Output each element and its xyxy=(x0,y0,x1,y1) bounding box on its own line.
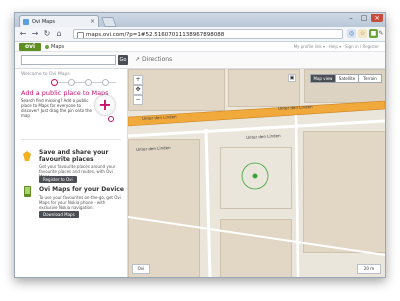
scale-indicator: 20 m xyxy=(357,264,381,274)
map-view-button[interactable]: Map view xyxy=(310,74,336,83)
mobile-title: Ovi Maps for your Device xyxy=(39,186,124,193)
maps-icon xyxy=(45,44,49,49)
addon-icon[interactable]: ■ xyxy=(369,29,378,38)
tab-title: Ovi Maps xyxy=(32,19,56,25)
satellite-button[interactable]: Satellite xyxy=(335,74,359,83)
url-text: maps.ovi.com/?p=1#52.5160701113896789808… xyxy=(86,32,225,38)
phone-icon xyxy=(24,186,31,197)
terrain-button[interactable]: Terrain xyxy=(358,74,382,83)
mobile-text: To use your favourites on-the-go, get Ov… xyxy=(39,195,121,210)
address-bar[interactable]: maps.ovi.com/?p=1#52.5160701113896789808… xyxy=(73,29,343,39)
zoom-in-button[interactable]: + xyxy=(133,75,143,85)
favicon-icon xyxy=(23,19,29,25)
step-4 xyxy=(102,79,109,86)
register-button[interactable]: Register to Ovi xyxy=(39,176,77,183)
progress-steps xyxy=(51,79,121,87)
extension-icon[interactable]: ◎ xyxy=(347,29,356,38)
add-place-text: Search find missing? Add a public place … xyxy=(21,98,92,118)
home-icon[interactable]: ⌂ xyxy=(54,29,64,39)
add-place-button[interactable]: + xyxy=(95,95,115,115)
directions-link[interactable]: ↗ Directions xyxy=(135,55,172,65)
reload-icon[interactable]: ↻ xyxy=(42,29,52,39)
search-input[interactable] xyxy=(21,55,116,65)
step-3 xyxy=(85,79,92,86)
favourites-icon xyxy=(23,151,31,161)
star-icon[interactable]: ☆ xyxy=(358,29,367,38)
site-header: ovi Maps My profile link ▾ · Help ▾ · Si… xyxy=(15,42,385,52)
welcome-text: Welcome to Ovi Maps xyxy=(21,72,70,77)
download-button[interactable]: Download Maps xyxy=(39,211,79,218)
minimize-icon[interactable]: – xyxy=(345,14,357,22)
zoom-out-button[interactable]: − xyxy=(133,95,143,105)
side-panel: Welcome to Ovi Maps Add a public place t… xyxy=(15,69,128,277)
search-go-button[interactable]: Go xyxy=(118,55,128,65)
ovi-logo[interactable]: ovi xyxy=(19,43,41,51)
browser-window: Ovi Maps × – □ × ← → ↻ ⌂ maps.ovi.com/?p… xyxy=(14,12,386,278)
search-bar: Go ↗ Directions xyxy=(15,52,385,69)
step-1 xyxy=(51,79,58,86)
divider xyxy=(21,139,121,140)
compass-icon[interactable]: ✥ xyxy=(133,85,143,95)
maps-link[interactable]: Maps xyxy=(45,43,64,51)
ovi-map-logo: Ovi xyxy=(132,264,150,274)
tab-bar: Ovi Maps × – □ × xyxy=(15,13,385,27)
step-2 xyxy=(68,79,75,86)
location-marker xyxy=(252,173,258,179)
fullscreen-icon[interactable]: ▣ xyxy=(288,74,296,82)
account-links[interactable]: My profile link ▾ · Help ▾ · Sign in / R… xyxy=(294,43,379,51)
page-icon xyxy=(77,32,84,38)
new-tab-button[interactable] xyxy=(101,17,117,27)
drag-pin-icon[interactable] xyxy=(108,116,114,122)
wrench-icon[interactable]: ✎ xyxy=(378,29,384,38)
save-title: Save and share your favourite places xyxy=(39,149,109,163)
forward-icon[interactable]: → xyxy=(30,29,40,39)
back-icon[interactable]: ← xyxy=(18,29,28,39)
close-window-icon[interactable]: × xyxy=(371,14,383,22)
maximize-icon[interactable]: □ xyxy=(358,14,370,22)
browser-toolbar: ← → ↻ ⌂ maps.ovi.com/?p=1#52.51607011138… xyxy=(15,27,385,42)
plus-icon: + xyxy=(98,95,112,114)
map-canvas[interactable]: Unter den Linden Unter den Linden Unter … xyxy=(128,69,385,277)
browser-tab[interactable]: Ovi Maps × xyxy=(19,15,99,27)
map-roads xyxy=(128,100,385,277)
